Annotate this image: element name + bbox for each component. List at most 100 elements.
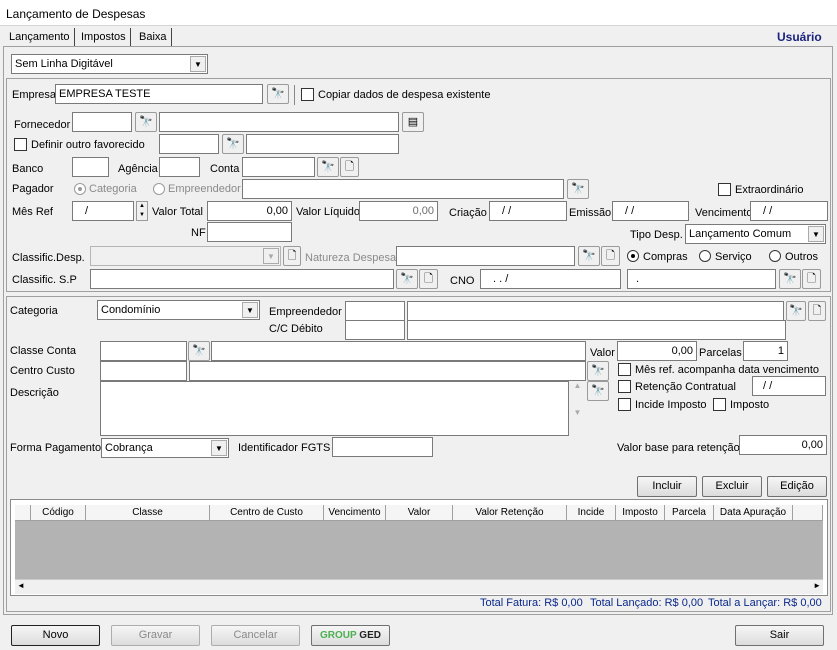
scroll-left-icon[interactable]: ◄ [17,581,25,590]
empreendedor-search-button[interactable]: 🔭 [786,301,806,321]
col-valor[interactable]: Valor [386,505,453,521]
cno-name-input[interactable]: . [627,269,776,289]
empreendedor-name-input[interactable] [407,301,784,321]
classe-conta-code-input[interactable] [100,341,187,361]
forma-pagamento-select[interactable]: Cobrança ▼ [101,438,229,458]
grid-body[interactable] [15,521,823,579]
descricao-scrollbar[interactable]: ▲ ▼ [570,381,585,436]
tipo-desp-select[interactable]: Lançamento Comum ▼ [685,224,826,244]
favorecido-search-button[interactable]: 🔭 [222,134,244,154]
definir-favorecido-checkbox[interactable] [14,138,27,151]
centro-custo-code-input[interactable] [100,361,187,381]
parcelas-input[interactable]: 1 [743,341,788,361]
conta-search-button[interactable]: 🔭 [317,157,339,177]
emissao-label: Emissão [569,207,612,219]
cc-debito-name-input[interactable] [407,320,786,340]
col-imposto[interactable]: Imposto [616,505,665,521]
valor-total-input[interactable]: 0,00 [207,201,292,221]
cno-input[interactable]: . . / [480,269,621,289]
excluir-button[interactable]: Excluir [702,476,762,497]
tab-lancamento[interactable]: Lançamento [5,28,75,46]
mesref-input[interactable]: / [72,201,134,221]
col-data-apuracao[interactable]: Data Apuração [714,505,793,521]
outros-radio[interactable] [769,250,781,262]
servico-radio[interactable] [699,250,711,262]
pagador-categoria-radio[interactable] [74,183,86,195]
edicao-button[interactable]: Edição [767,476,827,497]
incide-imposto-checkbox[interactable] [618,398,631,411]
descricao-textarea[interactable] [100,381,569,436]
empreendedor-new-button[interactable]: 🗋 [808,301,826,321]
favorecido-name-input[interactable] [246,134,399,154]
natureza-despesa-input[interactable] [396,246,575,266]
novo-button[interactable]: Novo [11,625,100,646]
extraordinario-checkbox[interactable] [718,183,731,196]
cancelar-button[interactable]: Cancelar [211,625,300,646]
gravar-button[interactable]: Gravar [111,625,200,646]
compras-radio[interactable] [627,250,639,262]
pagador-search-button[interactable]: 🔭 [567,179,589,199]
favorecido-code-input[interactable] [159,134,219,154]
pagador-empreendedor-radio[interactable] [153,183,165,195]
new-document-icon: 🗋 [424,273,433,285]
imposto-checkbox[interactable] [713,398,726,411]
empreendedor-code-input[interactable] [345,301,405,321]
grid-hscrollbar[interactable]: ◄ ► [15,579,823,594]
ged-button[interactable]: GROUP GED [311,625,390,646]
classe-conta-search-button[interactable]: 🔭 [188,341,210,361]
tab-baixa[interactable]: Baixa [135,28,172,46]
base-retencao-input[interactable]: 0,00 [739,435,827,455]
natureza-new-button[interactable]: 🗋 [601,246,620,266]
incluir-button[interactable]: Incluir [637,476,697,497]
pagador-input[interactable] [242,179,564,199]
retencao-label: Retenção Contratual [635,381,736,393]
mesref-acompanha-checkbox[interactable] [618,363,631,376]
col-codigo[interactable]: Código [31,505,86,521]
retencao-date-input[interactable]: / / [752,376,826,396]
banco-input[interactable] [72,157,109,177]
col-valor-retencao[interactable]: Valor Retenção [453,505,567,521]
fgts-input[interactable] [332,437,433,457]
categoria-select[interactable]: Condomínio ▼ [97,300,260,320]
retencao-checkbox[interactable] [618,380,631,393]
cno-new-button[interactable]: 🗋 [802,269,821,289]
tab-impostos[interactable]: Impostos [77,28,131,46]
classific-desp-new-button[interactable]: 🗋 [283,246,301,266]
sair-button[interactable]: Sair [735,625,824,646]
empresa-search-button[interactable]: 🔭 [267,84,289,104]
fornecedor-search-button[interactable]: 🔭 [135,112,157,132]
nf-input[interactable] [207,222,292,242]
col-incide[interactable]: Incide [567,505,616,521]
centro-custo-search-button[interactable]: 🔭 [587,361,609,381]
conta-new-button[interactable]: 🗋 [340,157,359,177]
fornecedor-name-input[interactable] [159,112,399,132]
mesref-spinner[interactable]: ▲ ▼ [136,201,148,221]
classific-sp-new-button[interactable]: 🗋 [419,269,438,289]
linha-digitavel-select[interactable]: Sem Linha Digitável ▼ [11,54,208,74]
col-parcela[interactable]: Parcela [665,505,714,521]
descricao-search-button[interactable]: 🔭 [587,381,609,401]
emissao-input[interactable]: / / [612,201,689,221]
cno-search-button[interactable]: 🔭 [779,269,801,289]
empresa-input[interactable]: EMPRESA TESTE [55,84,263,104]
agencia-input[interactable] [159,157,200,177]
col-classe[interactable]: Classe [86,505,210,521]
classific-sp-search-button[interactable]: 🔭 [396,269,418,289]
col-vencimento[interactable]: Vencimento [324,505,386,521]
col-extra [793,505,823,521]
centro-custo-name-input[interactable] [189,361,586,381]
criacao-input[interactable]: / / [489,201,567,221]
vencimento-input[interactable]: / / [750,201,828,221]
fornecedor-code-input[interactable] [72,112,132,132]
fornecedor-detail-button[interactable]: ▤ [402,112,424,132]
classific-sp-input[interactable] [90,269,394,289]
scroll-right-icon[interactable]: ► [813,581,821,590]
natureza-search-button[interactable]: 🔭 [578,246,600,266]
classific-desp-select[interactable]: ▼ [90,246,281,266]
copiar-checkbox[interactable] [301,88,314,101]
valor-input[interactable]: 0,00 [617,341,697,361]
col-centro-custo[interactable]: Centro de Custo [210,505,324,521]
classe-conta-name-input[interactable] [211,341,586,361]
cc-debito-code-input[interactable] [345,320,405,340]
conta-input[interactable] [242,157,315,177]
